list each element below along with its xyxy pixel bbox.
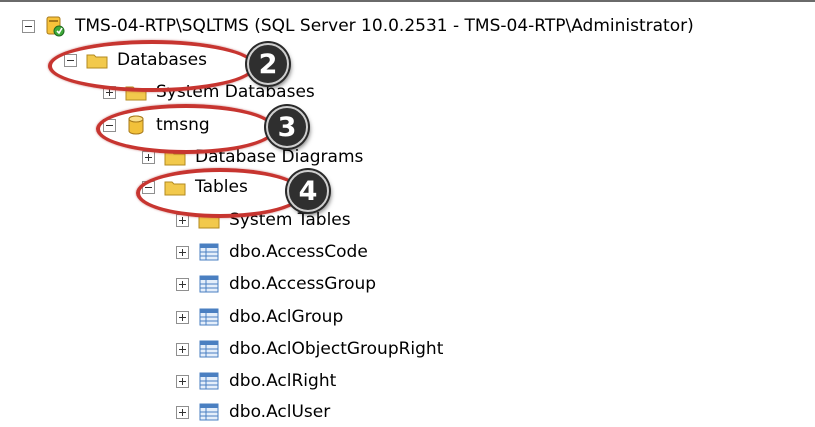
expand-toggle[interactable] — [176, 245, 189, 259]
table-icon — [199, 308, 219, 326]
expand-toggle[interactable] — [176, 310, 189, 324]
tree-node-table[interactable]: dbo.AclObjectGroupRight — [176, 334, 443, 364]
expand-toggle[interactable] — [176, 342, 189, 356]
window-top-border — [0, 0, 815, 2]
table-label: dbo.AclRight — [229, 371, 337, 391]
server-label: TMS-04-RTP\SQLTMS (SQL Server 10.0.2531 … — [75, 16, 694, 36]
tree-node-server[interactable]: TMS-04-RTP\SQLTMS (SQL Server 10.0.2531 … — [22, 11, 694, 41]
callout-badge: 3 — [266, 106, 308, 148]
table-icon — [199, 372, 219, 390]
expand-toggle[interactable] — [176, 374, 189, 388]
callout-badge: 2 — [247, 43, 289, 85]
tree-node-table[interactable]: dbo.AccessGroup — [176, 269, 376, 299]
table-label: dbo.AccessCode — [229, 242, 368, 262]
expand-toggle[interactable] — [176, 405, 189, 419]
highlight-circle-databases — [48, 40, 256, 92]
table-icon — [199, 403, 219, 421]
tree-node-table[interactable]: dbo.AclRight — [176, 366, 336, 396]
table-label: dbo.AclUser — [229, 402, 331, 422]
highlight-circle-tables — [136, 168, 304, 218]
table-icon — [199, 275, 219, 293]
table-label: dbo.AccessGroup — [229, 274, 377, 294]
table-icon — [199, 243, 219, 261]
table-icon — [199, 340, 219, 358]
expand-toggle[interactable] — [142, 150, 155, 164]
table-label: dbo.AclObjectGroupRight — [229, 339, 444, 359]
collapse-toggle[interactable] — [22, 19, 35, 33]
table-label: dbo.AclGroup — [229, 307, 344, 327]
expand-toggle[interactable] — [176, 277, 189, 291]
highlight-circle-tmsng — [96, 104, 276, 154]
tree-node-table[interactable]: dbo.AclGroup — [176, 302, 343, 332]
server-icon — [46, 16, 65, 37]
tree-node-table[interactable]: dbo.AccessCode — [176, 237, 368, 267]
callout-badge: 4 — [287, 170, 329, 212]
